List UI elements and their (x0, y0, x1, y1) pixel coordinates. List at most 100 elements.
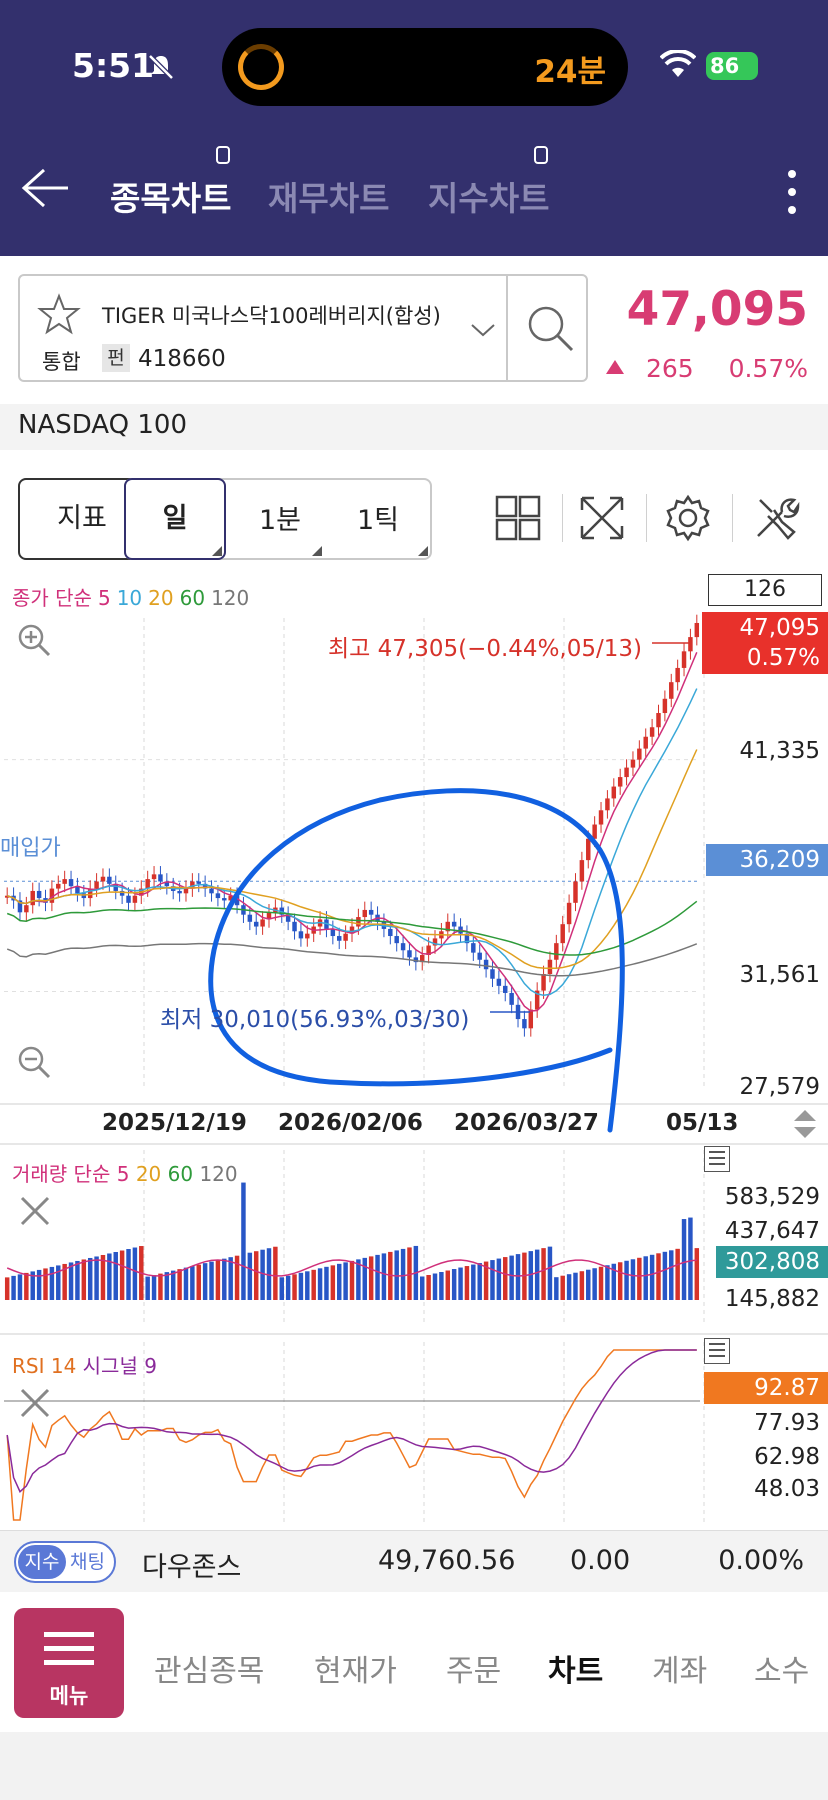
volume-bar (298, 1272, 304, 1300)
volume-bar (630, 1259, 636, 1300)
candle (196, 881, 201, 884)
candle (547, 959, 553, 974)
menu-button[interactable]: 메뉴 (14, 1608, 124, 1718)
candle (132, 895, 138, 903)
close-icon[interactable] (18, 1386, 52, 1420)
legend-prefix: 종가 단순 (12, 586, 92, 610)
tab-financial-chart[interactable]: 재무차트 (268, 172, 389, 220)
index-name: NASDAQ 100 (18, 410, 187, 440)
volume-tag: 302,808 (716, 1246, 828, 1278)
vol-legend-ma60: 60 (167, 1162, 194, 1186)
star-icon[interactable] (36, 292, 82, 338)
close-icon[interactable] (18, 1194, 52, 1228)
volume-bar (445, 1270, 451, 1300)
candle (222, 898, 227, 901)
volume-bar (164, 1272, 170, 1300)
candle (36, 890, 42, 899)
tab-stock-chart[interactable]: 종목차트 (110, 172, 231, 220)
candle (215, 893, 221, 899)
rsi-tick: 77.93 (754, 1410, 820, 1436)
volume-bar (87, 1257, 93, 1300)
candle (400, 943, 406, 951)
candle (624, 767, 629, 778)
candle (260, 919, 265, 927)
tab-badge-icon (216, 146, 230, 164)
candle (662, 698, 668, 714)
vol-legend-ma120: 120 (199, 1162, 238, 1186)
volume-bar (196, 1264, 201, 1300)
index-ticker[interactable]: 지수 채팅 다우존스 49,760.56 0.00 0.00% (0, 1530, 828, 1592)
candle (669, 682, 674, 699)
volume-bar (36, 1269, 42, 1300)
candle (356, 917, 361, 927)
volume-bar (202, 1263, 208, 1300)
candle (503, 985, 508, 993)
toggle-index[interactable]: 지수 (18, 1545, 66, 1579)
candle (388, 928, 393, 937)
volume-bar (17, 1274, 23, 1300)
nav-watchlist[interactable]: 관심종목 (154, 1646, 264, 1690)
menu-icon[interactable] (704, 1146, 730, 1172)
volume-bar (688, 1217, 693, 1300)
volume-bar (694, 1248, 700, 1300)
search-icon[interactable] (524, 302, 576, 354)
volume-bar (420, 1276, 425, 1300)
tab-index-chart[interactable]: 지수차트 (428, 172, 549, 220)
candle (617, 777, 623, 787)
volume-bar (113, 1252, 118, 1300)
menu-label: 메뉴 (49, 1684, 89, 1708)
candle (496, 978, 502, 986)
volume-bar (330, 1265, 336, 1300)
volume-bar (681, 1219, 687, 1300)
volume-bar (649, 1254, 655, 1300)
chevron-down-icon[interactable] (470, 322, 496, 338)
more-menu-icon[interactable] (786, 170, 798, 220)
nav-order[interactable]: 주문 (446, 1646, 501, 1690)
candle (158, 874, 163, 882)
gear-icon[interactable] (664, 494, 712, 542)
zoom-in-icon[interactable] (16, 622, 52, 658)
rsi-legend-b: 시그널 9 (82, 1354, 157, 1378)
volume-bar (317, 1268, 323, 1300)
layout-grid-icon[interactable] (494, 494, 542, 542)
rsi-tag: 92.87 (704, 1372, 828, 1404)
expand-icon[interactable] (578, 494, 626, 542)
index-chat-toggle[interactable]: 지수 채팅 (14, 1541, 116, 1583)
candle (247, 914, 253, 922)
legend-ma5: 5 (97, 586, 111, 610)
candle-count[interactable]: 126 (708, 574, 822, 606)
market-label: 통합 (42, 350, 81, 374)
period-tick-button[interactable]: 1틱 (334, 498, 422, 537)
candle (100, 876, 106, 882)
nav-chart[interactable]: 차트 (548, 1646, 603, 1690)
nav-current-price[interactable]: 현재가 (314, 1646, 397, 1690)
back-arrow-icon[interactable] (20, 166, 70, 210)
candle (30, 890, 35, 906)
menu-icon[interactable] (704, 1338, 730, 1364)
volume-bar (643, 1256, 648, 1300)
nav-fractional[interactable]: 소수 (754, 1646, 809, 1690)
index-strip[interactable]: NASDAQ 100 (0, 404, 828, 450)
scroll-updown-icon[interactable] (790, 1108, 820, 1140)
volume-bar (368, 1256, 374, 1300)
stock-selector[interactable]: TIGER 미국나스닥100레버리지(합성) 통합 펀 418660 (18, 274, 588, 382)
price-legend: 종가 단순 5 10 20 60 120 (12, 582, 255, 611)
volume-bar (11, 1275, 16, 1300)
nav-account[interactable]: 계좌 (652, 1646, 707, 1690)
corner-triangle-icon (312, 546, 322, 556)
toggle-chat[interactable]: 채팅 (70, 1545, 105, 1579)
dow-change: 0.00 (570, 1545, 631, 1576)
candle (343, 933, 348, 941)
tools-icon[interactable] (752, 494, 800, 542)
home-indicator-area (0, 1732, 828, 1800)
fund-badge: 펀 (102, 344, 130, 372)
wifi-icon (660, 50, 696, 77)
up-triangle-icon (606, 360, 624, 374)
zoom-out-icon[interactable] (16, 1044, 52, 1080)
period-day-button[interactable]: 일 (124, 478, 226, 560)
timer-ring-icon (238, 44, 284, 90)
volume-bar (451, 1269, 457, 1300)
period-minute-button[interactable]: 1분 (236, 498, 324, 537)
volume-bar (426, 1274, 431, 1300)
rsi-tick: 48.03 (754, 1476, 820, 1502)
